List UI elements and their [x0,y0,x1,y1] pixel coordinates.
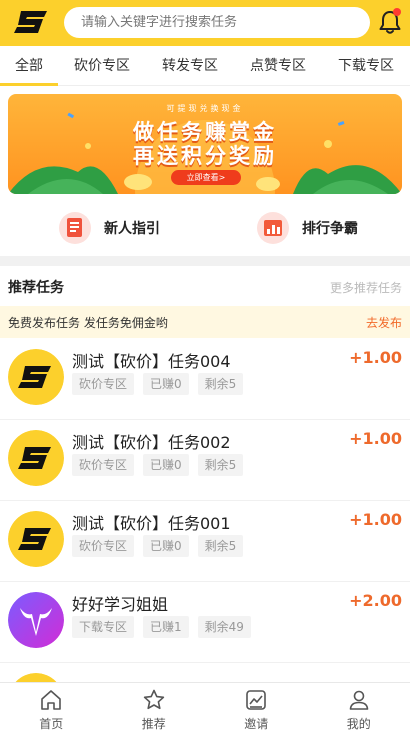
task-tag-earned: 已赚0 [143,454,189,476]
bull-logo-icon [8,592,64,648]
task-reward: +1.00 [349,348,402,367]
task-tag-category: 砍价专区 [72,454,135,476]
task-item[interactable]: 测试【砍价】任务001 +1.00 砍价专区 已赚0 剩余5 [0,501,410,582]
section-divider [0,256,410,266]
tab-forward[interactable]: 转发专区 [146,46,234,86]
banner-subtitle: 可提现兑换现金 [166,104,244,113]
task-tags: 砍价专区 已赚0 剩余5 [72,535,252,557]
bottom-nav: 首页 推荐 邀请 我的 [0,682,410,732]
tab-like[interactable]: 点赞专区 [234,46,322,86]
task-tags: 下载专区 已赚1 剩余49 [72,616,260,638]
notice-text: 免费发布任务 发任务免佣金哟 [8,316,168,330]
nav-mine-label: 我的 [346,717,371,731]
section-title: 推荐任务 [8,280,64,296]
search-box[interactable] [64,7,370,38]
task-tag-remaining: 剩余49 [197,616,251,638]
task-tag-remaining: 剩余5 [197,454,244,476]
quick-entry-ranking[interactable]: 排行争霸 [256,204,358,252]
guide-icon [59,212,91,244]
task-title: 好好学习姐姐 [72,595,169,614]
category-tabs: 全部 砍价专区 转发专区 点赞专区 下载专区 [0,46,410,86]
quick-entry-guide[interactable]: 新人指引 [58,204,160,252]
user-icon [349,690,369,710]
home-icon [41,690,62,710]
app-root: 全部 砍价专区 转发专区 点赞专区 下载专区 可提现兑换现金 做任务赚赏金 再送… [0,0,410,732]
task-tag-remaining: 剩余5 [197,535,244,557]
invite-icon [246,690,267,710]
task-item[interactable]: 好好学习姐姐 +2.00 下载专区 已赚1 剩余49 [0,582,410,663]
task-title: 测试【砍价】任务004 [72,352,231,371]
nav-home-label: 首页 [39,717,64,731]
nav-invite-label: 邀请 [244,717,269,731]
task-tag-earned: 已赚0 [143,373,189,395]
search-input[interactable] [81,15,370,30]
star-icon [143,689,164,710]
task-tag-earned: 已赚0 [143,535,189,557]
banner-title-line2: 再送积分奖励 [133,144,277,168]
task-title: 测试【砍价】任务001 [72,514,231,533]
nav-recommend-label: 推荐 [141,717,166,731]
nav-mine[interactable]: 我的 [308,683,410,732]
notification-dot [393,8,401,16]
task-tags: 砍价专区 已赚0 剩余5 [72,373,252,395]
s-logo-icon [8,430,64,486]
task-tag-category: 下载专区 [72,616,135,638]
s-logo-icon [8,511,64,567]
task-tag-remaining: 剩余5 [197,373,244,395]
quick-entry-ranking-label: 排行争霸 [302,221,358,237]
more-recommended-link[interactable]: 更多推荐任务 [330,279,402,296]
recommended-header: 推荐任务 更多推荐任务 [0,266,410,306]
task-tag-category: 砍价专区 [72,373,135,395]
app-logo-icon[interactable] [11,8,51,36]
s-logo-icon [8,349,64,405]
tab-download[interactable]: 下载专区 [322,46,410,86]
quick-entry-guide-label: 新人指引 [104,221,160,237]
task-tag-category: 砍价专区 [72,535,135,557]
nav-invite[interactable]: 邀请 [205,683,308,732]
task-reward: +1.00 [349,510,402,529]
publish-notice: 免费发布任务 发任务免佣金哟 去发布 [0,306,410,338]
ranking-icon [257,212,289,244]
task-item[interactable]: 测试【砍价】任务002 +1.00 砍价专区 已赚0 剩余5 [0,420,410,501]
nav-home[interactable]: 首页 [0,683,103,732]
task-reward: +1.00 [349,429,402,448]
banner-cta-button[interactable]: 立即查看> [171,170,241,185]
publish-link[interactable]: 去发布 [366,314,402,331]
task-item[interactable]: 测试【砍价】任务004 +1.00 砍价专区 已赚0 剩余5 [0,339,410,420]
tab-all[interactable]: 全部 [0,46,58,86]
quick-entries: 新人指引 排行争霸 [0,200,410,256]
promo-banner[interactable]: 可提现兑换现金 做任务赚赏金 再送积分奖励 立即查看> [8,94,402,194]
task-title: 测试【砍价】任务002 [72,433,231,452]
tab-bargain[interactable]: 砍价专区 [58,46,146,86]
nav-recommend[interactable]: 推荐 [103,683,206,732]
task-reward: +2.00 [349,591,402,610]
task-tag-earned: 已赚1 [143,616,189,638]
task-tags: 砍价专区 已赚0 剩余5 [72,454,252,476]
top-header [0,0,410,46]
